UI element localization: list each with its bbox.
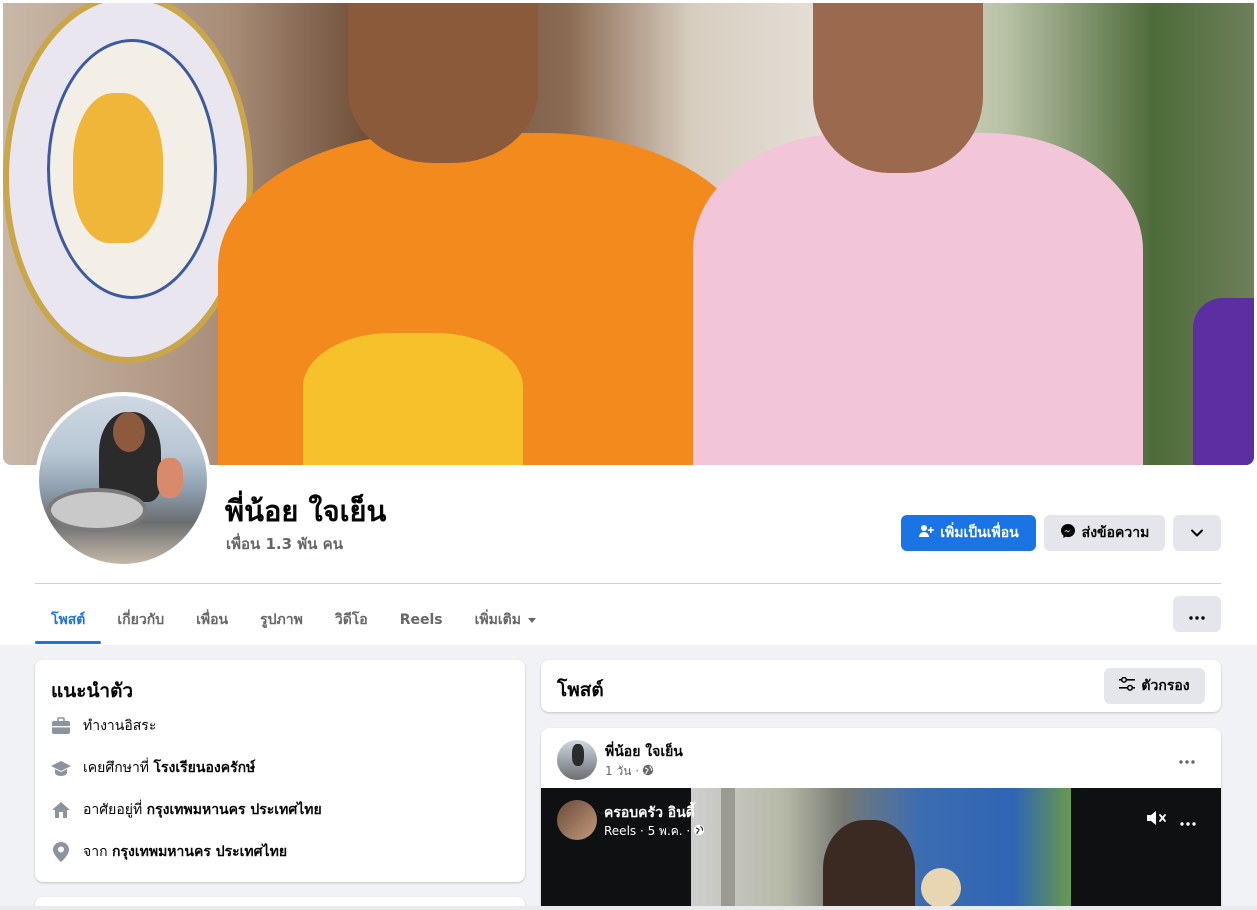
posts-title: โพสต์ — [557, 679, 604, 701]
add-friend-button[interactable]: เพิ่มเป็นเพื่อน — [901, 515, 1036, 551]
tabs-more-options-button[interactable] — [1173, 596, 1221, 632]
reel-video-player[interactable]: ครอบครัว อินดี้ Reels · 5 พ.ค. · — [541, 788, 1221, 910]
graduation-cap-icon — [51, 758, 71, 778]
posts-header-card: โพสต์ ตัวกรอง — [541, 660, 1221, 712]
cover-yellow-cloth — [303, 333, 523, 465]
education-prefix: เคยศึกษาที่ — [83, 760, 150, 776]
intro-title: แนะนำตัว — [51, 680, 134, 702]
tab-posts[interactable]: โพสต์ — [35, 596, 102, 644]
mute-toggle-button[interactable] — [1145, 808, 1169, 832]
profile-tabs: โพสต์ เกี่ยวกับ เพื่อน รูปภาพ วิดีโอ Ree… — [35, 596, 553, 644]
video-author-avatar[interactable] — [557, 800, 597, 840]
cover-monk-head — [348, 3, 538, 163]
intro-lives-row: อาศัยอยู่ที่ กรุงเทพมหานคร ประเทศไทย — [51, 799, 322, 821]
tab-friends[interactable]: เพื่อน — [180, 596, 244, 644]
video-meta-text[interactable]: Reels · 5 พ.ค. · — [604, 822, 690, 841]
profile-header: พี่น้อย ใจเย็น เพื่อน 1.3 พัน คน เพิ่มเป… — [0, 0, 1257, 645]
lives-place-link[interactable]: กรุงเทพมหานคร ประเทศไทย — [147, 802, 322, 818]
post-author-avatar[interactable] — [557, 740, 597, 780]
cover-buddha-figure — [73, 93, 163, 243]
avatar — [39, 396, 207, 564]
filter-button[interactable]: ตัวกรอง — [1104, 668, 1205, 704]
profile-picture[interactable] — [35, 392, 211, 568]
post-author-name[interactable]: พี่น้อย ใจเย็น — [605, 741, 683, 763]
education-place-link[interactable]: โรงเรียนองครักษ์ — [154, 760, 256, 776]
globe-icon — [693, 824, 705, 839]
intro-work-row: ทำงานอิสระ — [51, 715, 156, 737]
window-bottom-edge — [0, 906, 1257, 910]
add-friend-label: เพิ่มเป็นเพื่อน — [940, 525, 1019, 541]
add-person-icon — [918, 523, 935, 543]
video-options-button[interactable] — [1175, 808, 1201, 832]
filter-sliders-icon — [1119, 676, 1136, 695]
tab-more[interactable]: เพิ่มเติม — [459, 596, 553, 644]
post-options-button[interactable] — [1169, 746, 1205, 770]
chevron-down-icon — [1191, 525, 1203, 541]
intro-card: แนะนำตัว ทำงานอิสระ เคยศึกษาที่ โรงเรียน… — [35, 660, 525, 882]
messenger-icon — [1060, 523, 1076, 543]
more-dots-icon — [1180, 811, 1196, 830]
post-meta: 1 วัน · — [605, 762, 654, 781]
more-dots-icon — [1189, 605, 1205, 624]
tab-reels[interactable]: Reels — [384, 596, 459, 644]
home-icon — [51, 800, 71, 820]
more-dots-icon — [1179, 749, 1195, 768]
cover-pink-shirt — [693, 133, 1143, 465]
from-prefix: จาก — [83, 844, 108, 860]
friends-count[interactable]: เพื่อน 1.3 พัน คน — [226, 532, 343, 556]
intro-education-row: เคยศึกษาที่ โรงเรียนองครักษ์ — [51, 757, 255, 779]
video-frame — [691, 788, 1071, 910]
cover-photo[interactable] — [3, 3, 1254, 465]
caret-down-icon — [527, 612, 537, 628]
location-pin-icon — [51, 842, 71, 862]
globe-icon — [642, 764, 654, 779]
profile-name: พี่น้อย ใจเย็น — [225, 494, 387, 528]
send-message-label: ส่งข้อความ — [1081, 525, 1150, 541]
post-card: พี่น้อย ใจเย็น 1 วัน · ครอบครัว อินดี้ R… — [541, 728, 1221, 910]
filter-label: ตัวกรอง — [1141, 678, 1190, 694]
from-place-link[interactable]: กรุงเทพมหานคร ประเทศไทย — [112, 844, 287, 860]
cover-man-head — [813, 3, 983, 173]
header-divider — [35, 583, 1221, 584]
lives-prefix: อาศัยอยู่ที่ — [83, 802, 143, 818]
intro-from-row: จาก กรุงเทพมหานคร ประเทศไทย — [51, 841, 287, 863]
tab-videos[interactable]: วิดีโอ — [319, 596, 384, 644]
send-message-button[interactable]: ส่งข้อความ — [1044, 515, 1165, 551]
tab-photos[interactable]: รูปภาพ — [244, 596, 319, 644]
profile-more-button[interactable] — [1173, 515, 1221, 551]
briefcase-icon — [51, 716, 71, 736]
post-time[interactable]: 1 วัน · — [605, 762, 639, 781]
speaker-muted-icon — [1146, 809, 1168, 831]
video-author-name[interactable]: ครอบครัว อินดี้ — [604, 802, 695, 824]
video-meta: Reels · 5 พ.ค. · — [604, 822, 705, 841]
cover-purple-shirt — [1193, 298, 1254, 465]
tab-about[interactable]: เกี่ยวกับ — [101, 596, 180, 644]
work-text: ทำงานอิสระ — [83, 718, 157, 734]
